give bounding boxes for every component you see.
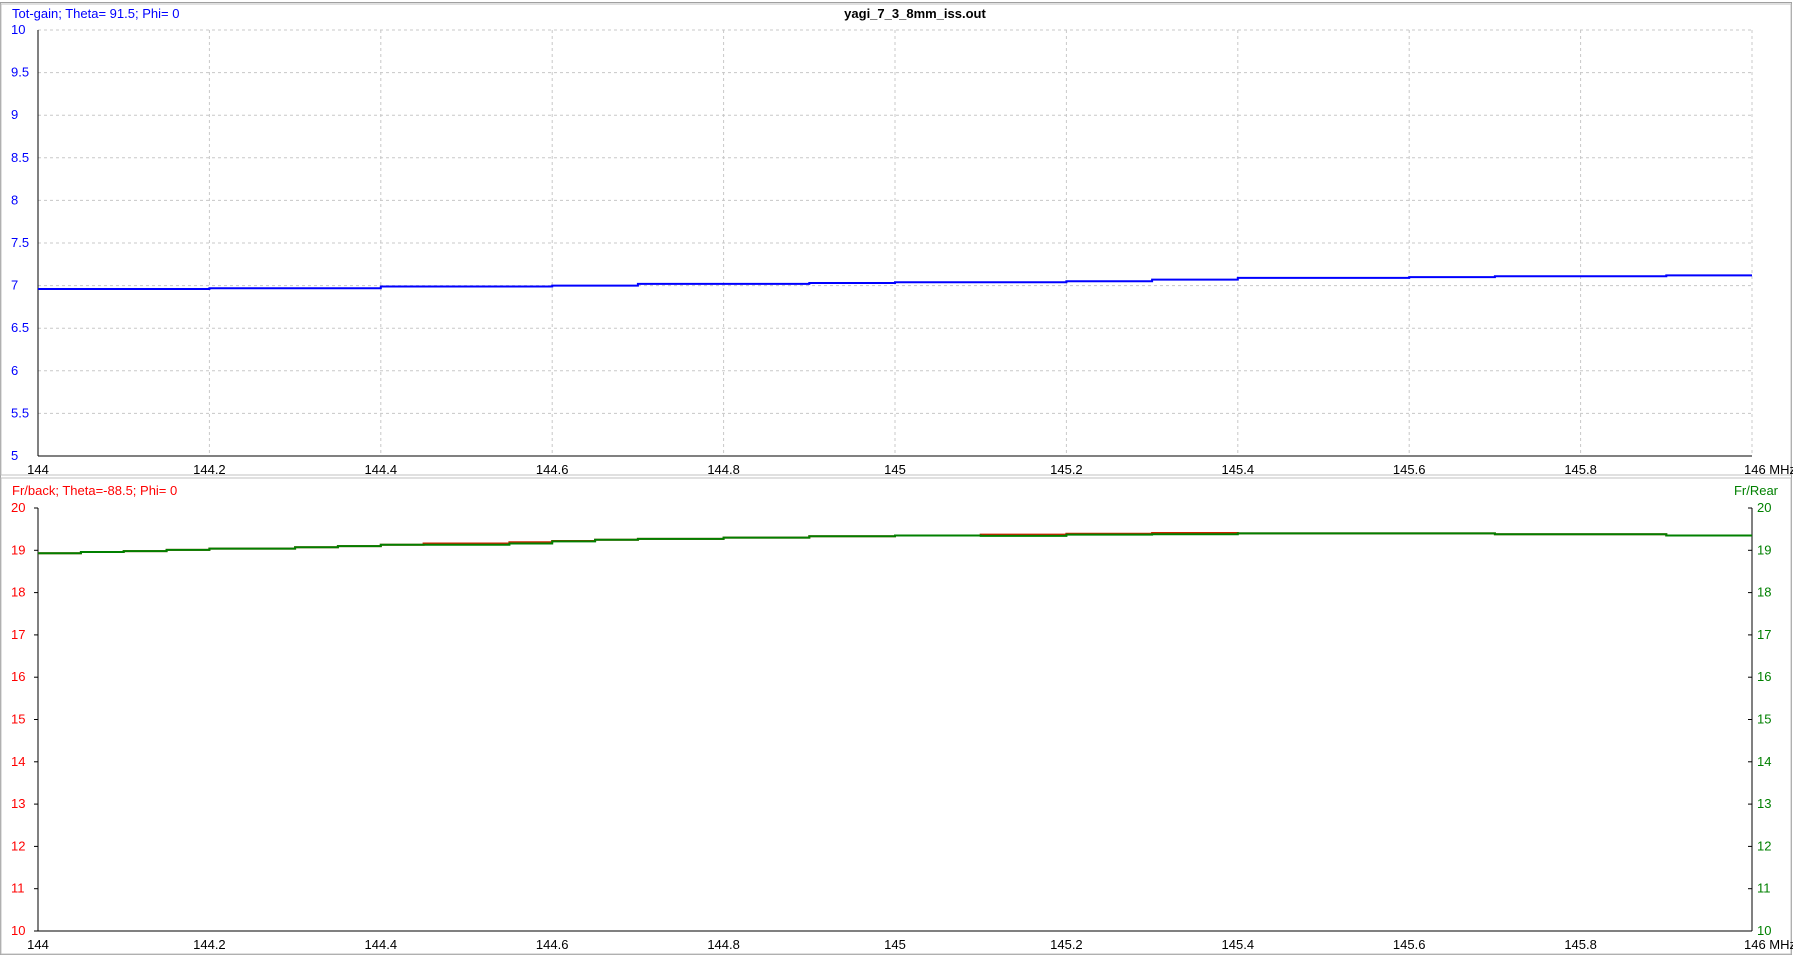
front-rear-y-tick-label: 20 xyxy=(1757,500,1771,515)
gain-x-tick-label: 144.8 xyxy=(707,462,740,477)
front-back-x-tick-label: 145.8 xyxy=(1564,937,1597,952)
front-back-x-tick-label: 144.4 xyxy=(365,937,398,952)
front-rear-y-tick-label: 11 xyxy=(1757,881,1771,896)
front-back-y-tick-label: 10 xyxy=(11,923,25,938)
front-back-y-tick-label: 15 xyxy=(11,712,25,727)
gain-x-tick-label: 144.2 xyxy=(193,462,226,477)
front-back-x-tick-label: 144 xyxy=(27,937,49,952)
front-rear-y-tick-label: 13 xyxy=(1757,796,1771,811)
front-rear-y-tick-label: 10 xyxy=(1757,923,1771,938)
front-back-x-tick-label: 145.2 xyxy=(1050,937,1083,952)
front-rear-y-tick-label: 14 xyxy=(1757,754,1771,769)
front-back-x-tick-label: 145 xyxy=(884,937,906,952)
front-rear-y-tick-label: 17 xyxy=(1757,627,1771,642)
front-back-x-tick-label: 145.4 xyxy=(1222,937,1255,952)
gain-x-tick-label: 145.8 xyxy=(1564,462,1597,477)
chart-canvas: yagi_7_3_8mm_iss.out Tot-gain; Theta= 91… xyxy=(0,2,1793,955)
gain-x-tick-label: 145 xyxy=(884,462,906,477)
gain-x-tick-label: 144.6 xyxy=(536,462,569,477)
gain-y-tick-label: 6.5 xyxy=(11,320,29,335)
window-title: yagi_7_3_8mm_iss.out xyxy=(844,6,986,21)
gain-y-tick-label: 7.5 xyxy=(11,235,29,250)
gain-axis-label: Tot-gain; Theta= 91.5; Phi= 0 xyxy=(12,6,179,21)
front-back-x-tick-label: 144.2 xyxy=(193,937,226,952)
gain-y-tick-label: 9.5 xyxy=(11,65,29,80)
front-rear-y-tick-label: 19 xyxy=(1757,542,1771,557)
front-back-y-tick-label: 19 xyxy=(11,542,25,557)
front-back-y-tick-label: 17 xyxy=(11,627,25,642)
gain-y-tick-label: 10 xyxy=(11,22,25,37)
gain-x-tick-label: 144 xyxy=(27,462,49,477)
gain-y-tick-label: 5.5 xyxy=(11,405,29,420)
front-back-y-tick-label: 12 xyxy=(11,838,25,853)
front-back-x-tick-label: 144.6 xyxy=(536,937,569,952)
gain-x-tick-label: 144.4 xyxy=(365,462,398,477)
antenna-sweep-window: yagi_7_3_8mm_iss.out Tot-gain; Theta= 91… xyxy=(0,0,1793,957)
front-rear-y-tick-label: 15 xyxy=(1757,712,1771,727)
gain-y-tick-label: 9 xyxy=(11,107,18,122)
front-back-x-tick-label: 144.8 xyxy=(707,937,740,952)
front-rear-y-tick-label: 16 xyxy=(1757,669,1771,684)
gain-y-tick-label: 8 xyxy=(11,192,18,207)
front-back-y-tick-label: 14 xyxy=(11,754,25,769)
gain-x-tick-label: 145.6 xyxy=(1393,462,1426,477)
gain-x-tick-label: 145.4 xyxy=(1222,462,1255,477)
front-rear-axis-label: Fr/Rear xyxy=(1734,483,1779,498)
front-back-y-tick-label: 20 xyxy=(11,500,25,515)
front-back-y-tick-label: 11 xyxy=(11,881,25,896)
front-back-axis-label: Fr/back; Theta=-88.5; Phi= 0 xyxy=(12,483,177,498)
gain-x-tick-label: 146 MHz xyxy=(1744,462,1793,477)
gain-y-tick-label: 5 xyxy=(11,448,18,463)
front-rear-y-tick-label: 18 xyxy=(1757,585,1771,600)
front-back-y-tick-label: 16 xyxy=(11,669,25,684)
gain-y-tick-label: 8.5 xyxy=(11,150,29,165)
gain-x-tick-label: 145.2 xyxy=(1050,462,1083,477)
gain-y-tick-label: 6 xyxy=(11,363,18,378)
front-back-y-tick-label: 13 xyxy=(11,796,25,811)
front-back-y-tick-label: 18 xyxy=(11,585,25,600)
front-rear-y-tick-label: 12 xyxy=(1757,838,1771,853)
front-back-x-tick-label: 146 MHz xyxy=(1744,937,1793,952)
front-back-x-tick-label: 145.6 xyxy=(1393,937,1426,952)
gain-y-tick-label: 7 xyxy=(11,278,18,293)
